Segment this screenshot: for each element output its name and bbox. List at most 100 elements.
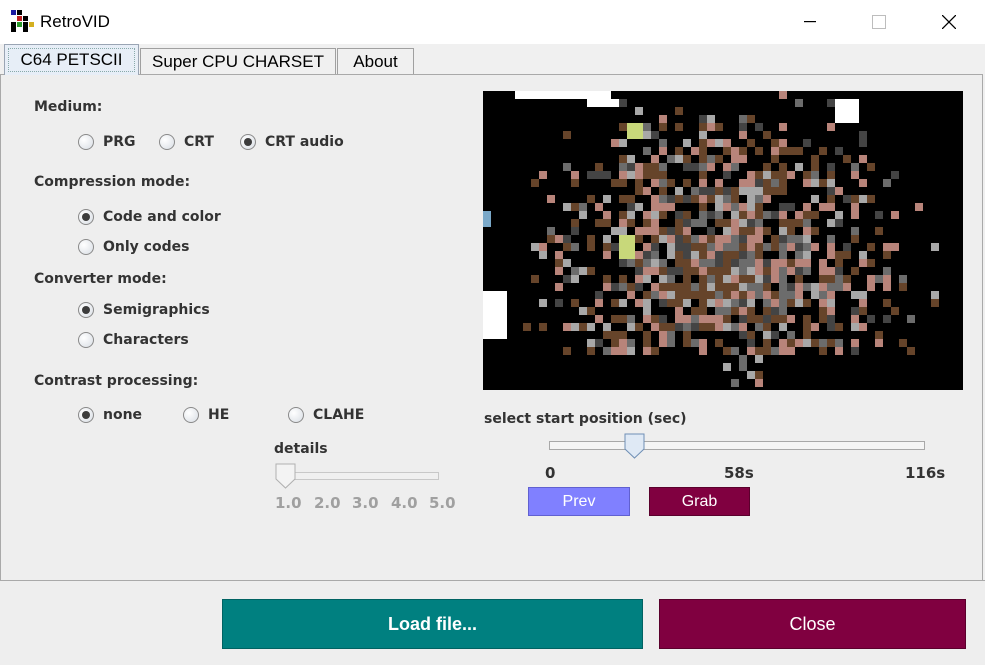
preview-pixel-block — [667, 195, 675, 203]
preview-pixel-block — [755, 371, 763, 379]
radio-contrast-he[interactable]: HE — [183, 407, 229, 423]
load-file-button[interactable]: Load file... — [222, 599, 643, 649]
preview-pixel-block — [827, 291, 835, 299]
preview-pixel-block — [731, 147, 739, 155]
preview-pixel-block — [795, 259, 803, 267]
preview-pixel-block — [755, 323, 763, 331]
preview-pixel-block — [883, 283, 891, 291]
preview-pixel-block — [763, 243, 771, 251]
preview-pixel-block — [675, 307, 683, 315]
preview-pixel-block — [707, 195, 715, 203]
preview-pixel-block — [747, 307, 755, 315]
prev-button[interactable]: Prev — [528, 487, 630, 516]
preview-pixel-block — [683, 235, 691, 243]
radio-code-and-color[interactable]: Code and color — [78, 209, 221, 225]
preview-pixel-block — [787, 259, 795, 267]
preview-pixel-block — [675, 291, 683, 299]
preview-pixel-block — [803, 315, 811, 323]
preview-pixel-block — [691, 243, 699, 251]
preview-pixel-block — [803, 179, 811, 187]
preview-pixel-block — [579, 211, 587, 219]
preview-pixel-block — [699, 267, 707, 275]
preview-pixel-block — [699, 115, 707, 123]
preview-pixel-block — [667, 323, 675, 331]
preview-pixel-block — [619, 139, 627, 147]
preview-pixel-block — [731, 219, 739, 227]
preview-pixel-block — [635, 235, 643, 243]
preview-pixel-block — [731, 291, 739, 299]
preview-pixel-block — [851, 211, 859, 219]
preview-pixel-block — [635, 163, 643, 171]
radio-only-codes[interactable]: Only codes — [78, 239, 189, 255]
preview-pixel-block — [611, 227, 619, 235]
preview-pixel-block — [859, 251, 867, 259]
radio-medium-crt-audio[interactable]: CRT audio — [240, 134, 344, 150]
preview-pixel-block — [747, 211, 755, 219]
preview-pixel-block — [643, 131, 651, 139]
preview-pixel-block — [675, 187, 683, 195]
converter-label: Converter mode: — [34, 271, 167, 287]
preview-pixel-block — [595, 339, 603, 347]
preview-pixel-block — [723, 323, 731, 331]
tab-about[interactable]: About — [337, 48, 414, 74]
preview-pixel-block — [747, 371, 755, 379]
maximize-button[interactable] — [856, 0, 902, 44]
preview-pixel-block — [819, 275, 827, 283]
preview-pixel-block — [851, 203, 859, 211]
close-button[interactable]: Close — [659, 599, 966, 649]
details-slider-track[interactable] — [278, 472, 439, 480]
preview-pixel-block — [699, 131, 707, 139]
preview-pixel-block — [603, 171, 611, 179]
preview-pixel-block — [667, 227, 675, 235]
minimize-button[interactable] — [787, 0, 833, 44]
tab-c64-petscii[interactable]: C64 PETSCII — [4, 44, 139, 75]
preview-pixel-block — [667, 243, 675, 251]
preview-pixel-block — [659, 179, 667, 187]
start-position-slider-thumb[interactable] — [624, 433, 646, 459]
preview-pixel-block — [587, 323, 595, 331]
details-slider-thumb[interactable] — [275, 463, 297, 489]
preview-pixel-block — [691, 219, 699, 227]
preview-pixel-block — [779, 259, 787, 267]
preview-pixel-block — [659, 163, 667, 171]
preview-pixel-block — [539, 251, 547, 259]
preview-pixel-block — [827, 315, 835, 323]
preview-pixel-block — [819, 315, 827, 323]
radio-contrast-clahe[interactable]: CLAHE — [288, 407, 364, 423]
preview-pixel-block — [651, 203, 659, 211]
preview-pixel-block — [683, 163, 691, 171]
preview-pixel-block — [811, 163, 819, 171]
grab-button[interactable]: Grab — [649, 487, 750, 516]
preview-pixel-block — [595, 315, 603, 323]
radio-medium-prg[interactable]: PRG — [78, 134, 136, 150]
preview-pixel-block — [763, 283, 771, 291]
start-tick: 58s — [724, 464, 754, 482]
close-window-button[interactable] — [926, 0, 972, 44]
radio-contrast-none[interactable]: none — [78, 407, 142, 423]
preview-pixel-block — [739, 283, 747, 291]
preview-pixel-block — [659, 115, 667, 123]
preview-pixel-block — [763, 323, 771, 331]
preview-pixel-block — [843, 251, 851, 259]
radio-label: CRT — [184, 134, 214, 150]
radio-characters[interactable]: Characters — [78, 332, 189, 348]
start-position-slider-track[interactable] — [549, 441, 925, 450]
preview-pixel-block — [899, 275, 907, 283]
preview-pixel-block — [859, 195, 867, 203]
preview-pixel-block — [835, 347, 843, 355]
preview-pixel-block — [651, 171, 659, 179]
preview-pixel-block — [619, 299, 627, 307]
preview-pixel-block — [915, 203, 923, 211]
radio-medium-crt[interactable]: CRT — [159, 134, 214, 150]
radio-semigraphics[interactable]: Semigraphics — [78, 302, 210, 318]
preview-pixel-block — [731, 299, 739, 307]
preview-pixel-block — [803, 243, 811, 251]
preview-pixel-block — [595, 171, 603, 179]
preview-pixel-block — [635, 203, 643, 211]
preview-pixel-block — [667, 283, 675, 291]
preview-pixel-block — [723, 219, 731, 227]
preview-pixel-block — [779, 163, 787, 171]
tab-super-cpu-charset[interactable]: Super CPU CHARSET — [140, 48, 336, 74]
preview-pixel-block — [731, 267, 739, 275]
preview-pixel-block — [619, 339, 627, 347]
